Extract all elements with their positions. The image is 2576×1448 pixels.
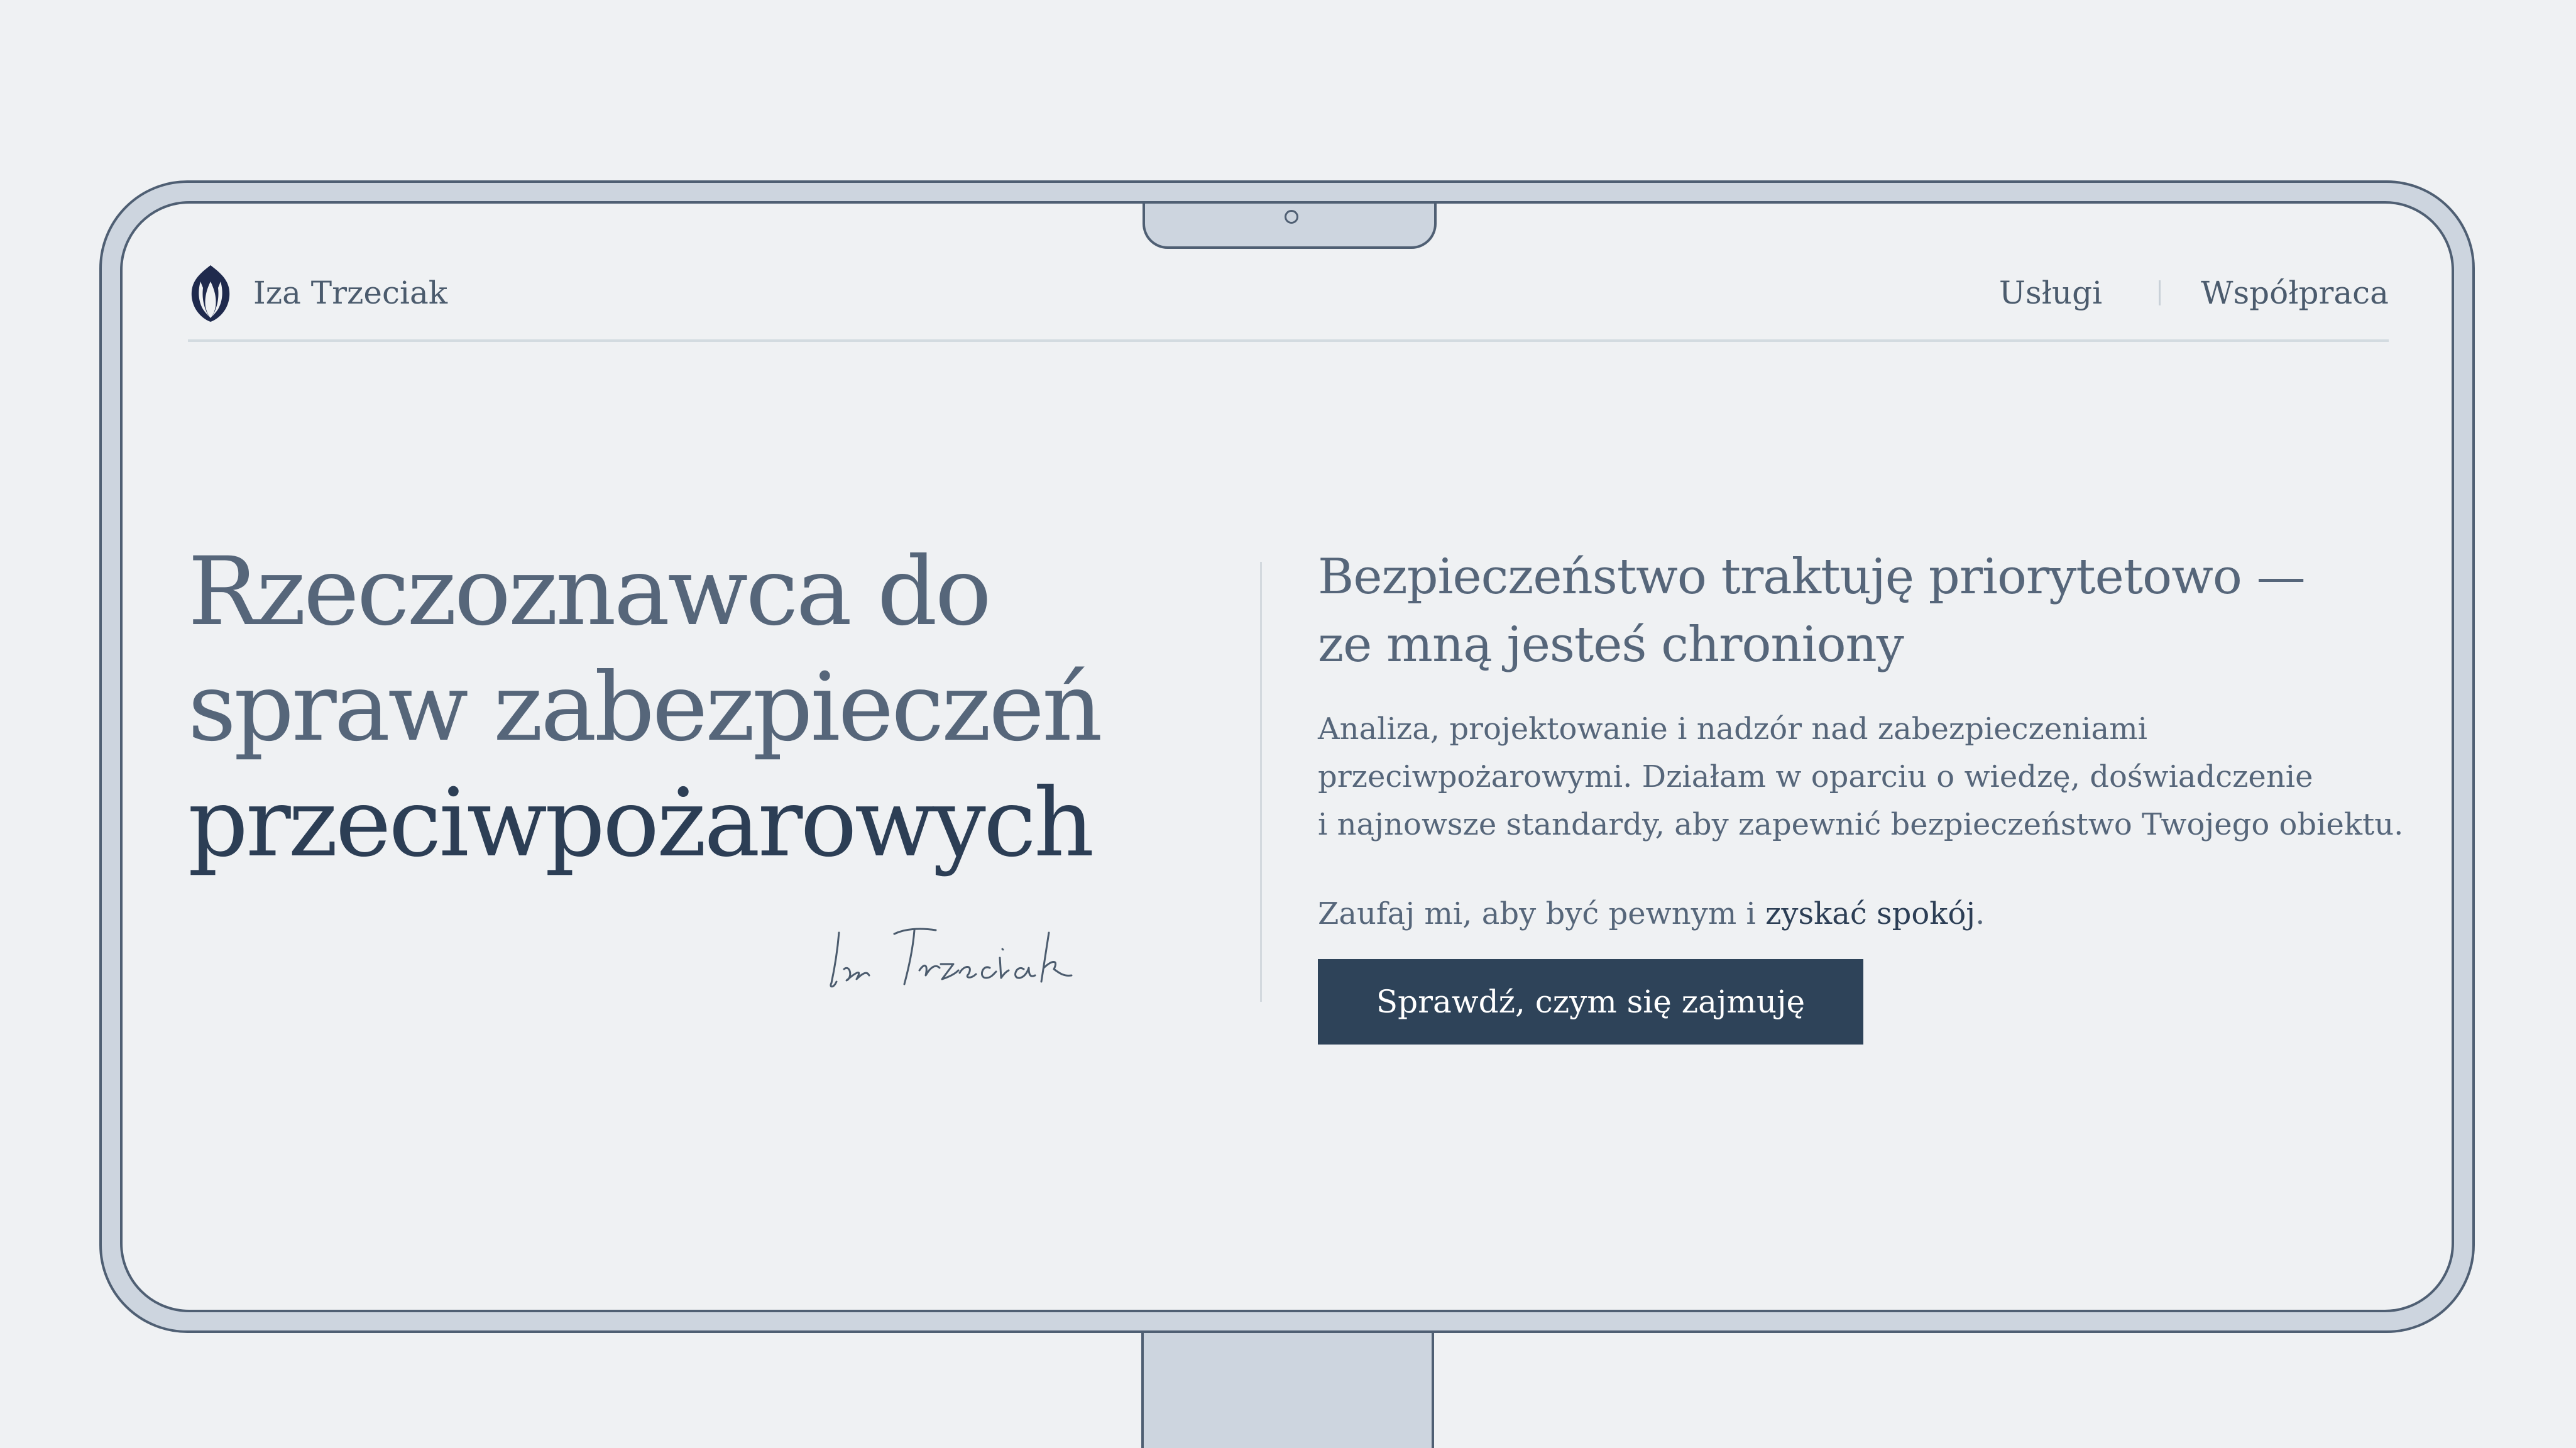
trust-suffix: .	[1975, 896, 1985, 931]
trust-statement: Zaufaj mi, aby być pewnym i zyskać spokó…	[1318, 890, 2374, 938]
description-line-1: Analiza, projektowanie i nadzór nad zabe…	[1318, 711, 2147, 747]
description-line-3: i najnowsze standardy, aby zapewnić bezp…	[1318, 807, 2404, 842]
camera-icon	[1285, 210, 1298, 224]
monitor-notch	[1143, 204, 1437, 249]
cta-button[interactable]: Sprawdź, czym się zajmuję	[1318, 959, 1863, 1045]
monitor-stand	[1141, 1326, 1434, 1448]
section-divider	[1260, 562, 1262, 1002]
trust-prefix: Zaufaj mi, aby być pewnym i	[1318, 896, 1766, 931]
site-header: Iza Trzeciak Usługi Współpraca	[188, 254, 2389, 342]
page-stage: Iza Trzeciak Usługi Współpraca Rzeczozna…	[0, 0, 2576, 1448]
monitor-screen: Iza Trzeciak Usługi Współpraca Rzeczozna…	[120, 201, 2454, 1312]
subheadline-line-2: ze mną jesteś chroniony	[1318, 617, 1904, 673]
nav-link-uslugi[interactable]: Usługi	[1999, 275, 2102, 311]
brand-name: Iza Trzeciak	[253, 275, 448, 311]
main-nav: Usługi Współpraca	[1999, 261, 2389, 324]
headline-line-2: spraw zabezpieczeń	[188, 653, 1103, 762]
trust-highlight: zyskać spokój	[1765, 896, 1976, 931]
subheadline-line-1: Bezpieczeństwo traktuję priorytetowo —	[1318, 549, 2306, 605]
nav-link-wspolpraca[interactable]: Współpraca	[2201, 275, 2389, 311]
handwritten-signature	[830, 928, 1073, 988]
hero-headline: Rzeczoznawca do spraw zabezpieczeń przec…	[188, 534, 1225, 881]
leaf-shield-icon	[191, 265, 230, 322]
description-line-2: przeciwpożarowymi. Działam w oparciu o w…	[1318, 759, 2313, 794]
headline-line-1: Rzeczoznawca do	[188, 537, 992, 647]
hero-subheadline: Bezpieczeństwo traktuję priorytetowo — z…	[1318, 543, 2374, 679]
hero-details: Bezpieczeństwo traktuję priorytetowo — z…	[1318, 543, 2404, 1045]
brand[interactable]: Iza Trzeciak	[188, 261, 447, 324]
hero-description: Analiza, projektowanie i nadzór nad zabe…	[1318, 705, 2404, 848]
headline-line-3: przeciwpożarowych	[188, 769, 1094, 878]
nav-separator	[2159, 280, 2161, 305]
